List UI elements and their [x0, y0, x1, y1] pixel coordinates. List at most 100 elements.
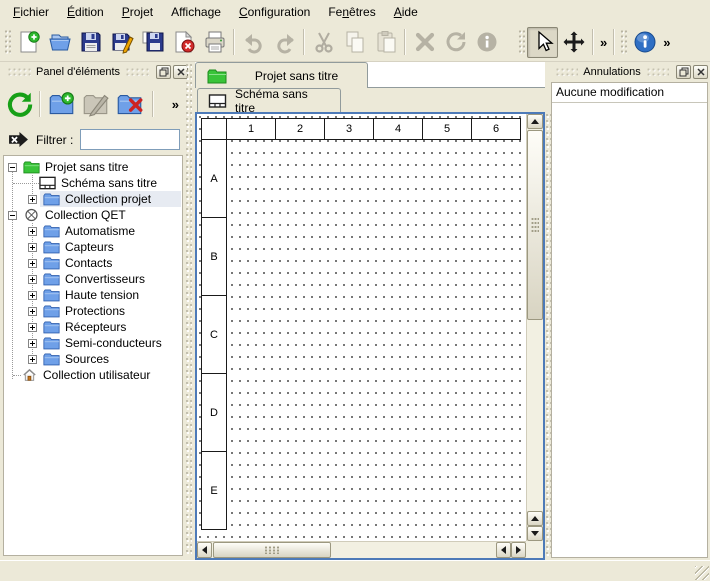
expand-icon[interactable]: [28, 355, 37, 364]
window-resize-grip[interactable]: [695, 566, 709, 580]
rotate-button[interactable]: [440, 27, 471, 58]
expand-icon[interactable]: [28, 291, 37, 300]
filter-row: Filtrer :: [2, 126, 188, 153]
tree-item-automatisme[interactable]: Automatisme: [4, 223, 182, 239]
tree-item-sources[interactable]: Sources: [4, 351, 182, 367]
print-button[interactable]: [199, 27, 230, 58]
menu-fichier[interactable]: Fichier: [4, 2, 58, 22]
reload-green-icon: [6, 91, 33, 118]
menu-projet[interactable]: Projet: [113, 2, 162, 22]
menu-edition[interactable]: Édition: [58, 2, 113, 22]
select-mode-button[interactable]: [527, 27, 558, 58]
horizontal-scrollbar[interactable]: [197, 541, 526, 558]
corner-cell: [202, 119, 226, 139]
new-file-button[interactable]: [13, 27, 44, 58]
tree-item-capteurs[interactable]: Capteurs: [4, 239, 182, 255]
tree-item-recepteurs[interactable]: Récepteurs: [4, 319, 182, 335]
scroll-track[interactable]: [332, 542, 496, 558]
expand-icon[interactable]: [28, 307, 37, 316]
cut-button[interactable]: [308, 27, 339, 58]
undo-button[interactable]: [238, 27, 269, 58]
scroll-left-button-2[interactable]: [496, 542, 511, 558]
tree-item-haute-tension[interactable]: Haute tension: [4, 287, 182, 303]
collapse-icon[interactable]: [8, 163, 17, 172]
column-header-row: 1 2 3 4 5 6: [201, 118, 521, 140]
expand-icon[interactable]: [28, 275, 37, 284]
row-header: E: [202, 452, 226, 529]
expand-icon[interactable]: [28, 227, 37, 236]
blue-folder-icon: [43, 192, 60, 206]
undo-panel-titlebar[interactable]: Annulations: [550, 62, 708, 81]
toolbar-overflow-button[interactable]: »: [660, 35, 673, 50]
undo-list-item[interactable]: Aucune modification: [552, 83, 707, 103]
vertical-scrollbar[interactable]: [526, 114, 543, 541]
schema-view[interactable]: 1 2 3 4 5 6 A B C D E: [195, 112, 545, 560]
expand-icon[interactable]: [28, 339, 37, 348]
copy-button[interactable]: [339, 27, 370, 58]
blue-folder-icon: [43, 240, 60, 254]
tree-item-protections[interactable]: Protections: [4, 303, 182, 319]
menu-affichage[interactable]: Affichage: [162, 2, 230, 22]
scroll-up-button[interactable]: [527, 114, 543, 129]
tree-item-contacts[interactable]: Contacts: [4, 255, 182, 271]
vertical-scroll-thumb[interactable]: [527, 130, 543, 320]
close-panel-button[interactable]: [693, 65, 708, 79]
tree-item-convertisseurs[interactable]: Convertisseurs: [4, 271, 182, 287]
new-category-button[interactable]: [44, 87, 78, 121]
about-button[interactable]: [629, 27, 660, 58]
element-info-button[interactable]: [471, 27, 502, 58]
reload-collections-button[interactable]: [2, 87, 36, 121]
save-all-button[interactable]: [137, 27, 168, 58]
tab-schema-sans-titre[interactable]: Schéma sans titre: [197, 88, 341, 112]
toolbar-drag-handle[interactable]: [620, 29, 627, 55]
qet-collection-icon: [23, 208, 40, 222]
horizontal-scroll-thumb[interactable]: [213, 542, 331, 558]
close-file-button[interactable]: [168, 27, 199, 58]
float-panel-button[interactable]: [156, 65, 171, 79]
toolbar-drag-handle[interactable]: [518, 29, 525, 55]
expand-icon[interactable]: [28, 195, 37, 204]
menu-aide[interactable]: Aide: [385, 2, 427, 22]
scroll-track[interactable]: [527, 321, 543, 511]
status-bar: [0, 560, 710, 581]
collapse-icon[interactable]: [8, 211, 17, 220]
delete-button[interactable]: [409, 27, 440, 58]
blue-folder-icon: [43, 320, 60, 334]
toolbar-overflow-button[interactable]: »: [597, 35, 610, 50]
save-button[interactable]: [75, 27, 106, 58]
tree-item-collection-projet[interactable]: Collection projet: [4, 191, 182, 207]
tree-item-projet-sans-titre[interactable]: Projet sans titre: [4, 159, 182, 175]
edit-category-button[interactable]: [78, 87, 112, 121]
expand-icon[interactable]: [28, 259, 37, 268]
tab-projet-sans-titre[interactable]: Projet sans titre: [195, 62, 368, 88]
delete-category-button[interactable]: [112, 87, 146, 121]
scroll-left-button[interactable]: [197, 542, 212, 558]
scroll-down-button[interactable]: [527, 526, 543, 541]
open-file-button[interactable]: [44, 27, 75, 58]
expand-icon[interactable]: [28, 323, 37, 332]
tree-item-collection-utilisateur[interactable]: Collection utilisateur: [4, 367, 182, 383]
toolbar-drag-handle[interactable]: [4, 29, 11, 55]
column-header: 2: [276, 119, 324, 139]
pan-mode-button[interactable]: [558, 27, 589, 58]
menu-fenetres[interactable]: Fenêtres: [319, 2, 384, 22]
schema-canvas[interactable]: 1 2 3 4 5 6 A B C D E: [197, 114, 526, 541]
menu-configuration[interactable]: Configuration: [230, 2, 319, 22]
scroll-right-button[interactable]: [511, 542, 526, 558]
scroll-up-button-2[interactable]: [527, 511, 543, 526]
dock-splitter[interactable]: [185, 62, 192, 556]
tree-item-semi-conducteurs[interactable]: Semi-conducteurs: [4, 335, 182, 351]
save-as-button[interactable]: [106, 27, 137, 58]
panel-toolbar-overflow-button[interactable]: »: [169, 97, 182, 112]
redo-button[interactable]: [269, 27, 300, 58]
tree-item-collection-qet[interactable]: Collection QET: [4, 207, 182, 223]
blue-folder-icon: [43, 336, 60, 350]
column-header: 1: [227, 119, 275, 139]
clear-filter-button[interactable]: [6, 129, 30, 150]
tree-item-schema-sans-titre[interactable]: Schéma sans titre: [4, 175, 182, 191]
expand-icon[interactable]: [28, 243, 37, 252]
elements-panel-titlebar[interactable]: Panel d'éléments: [2, 62, 188, 81]
float-panel-button[interactable]: [676, 65, 691, 79]
paste-button[interactable]: [370, 27, 401, 58]
filter-input[interactable]: [80, 129, 180, 150]
